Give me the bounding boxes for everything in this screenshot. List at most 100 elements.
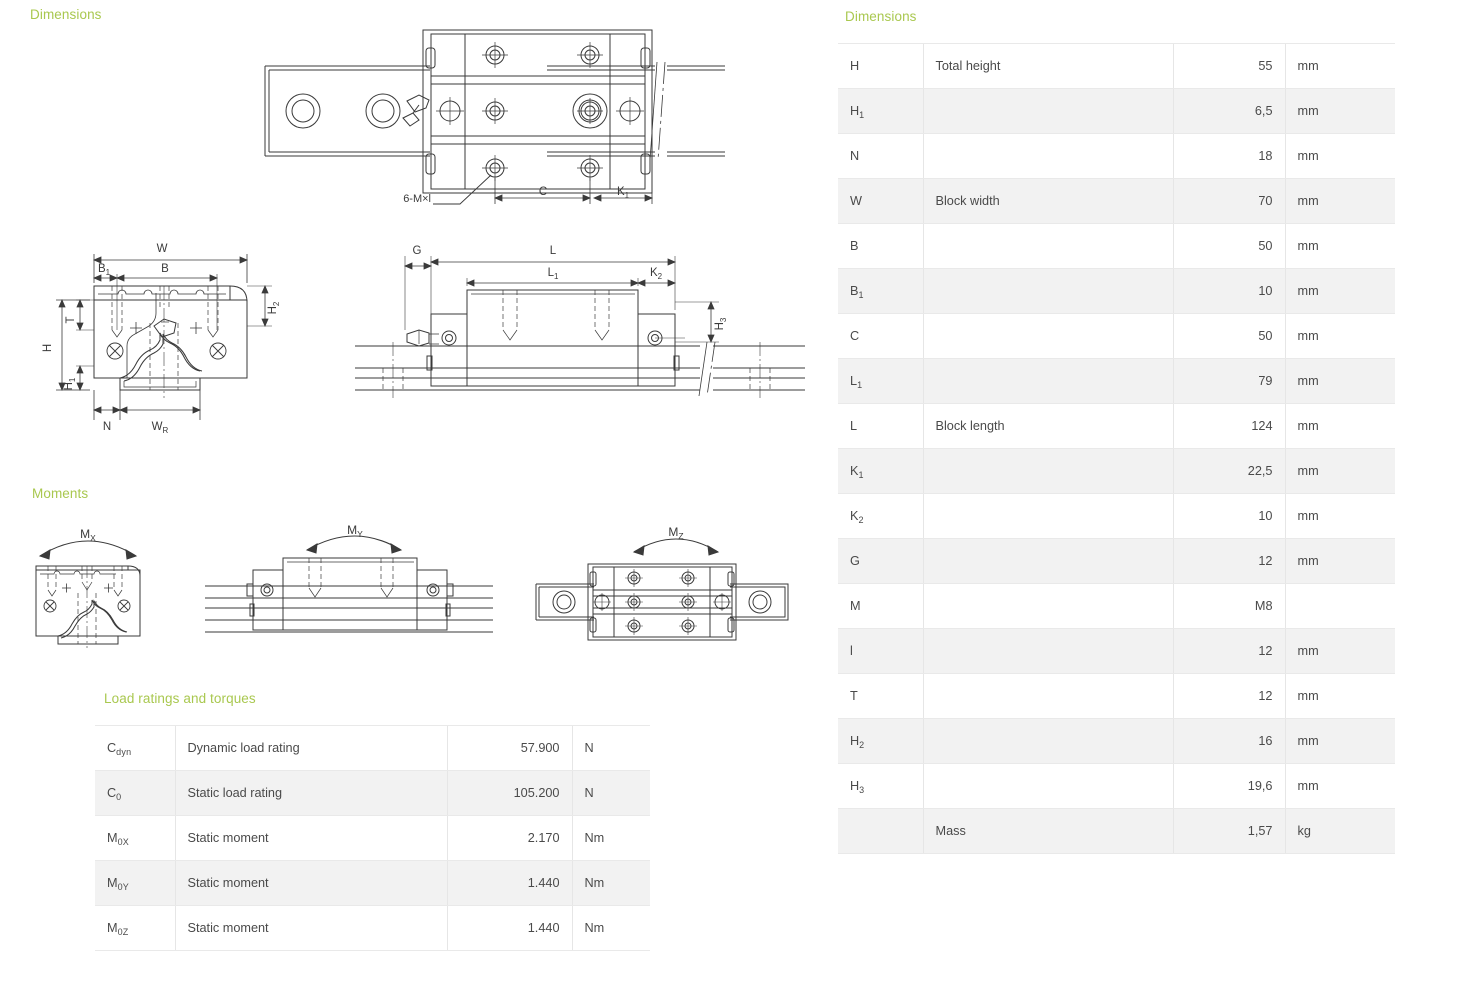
dimension-row: H2 16 mm — [838, 718, 1395, 764]
moment-label-mz: MZ — [668, 525, 683, 541]
dimension-value: 50 — [1172, 223, 1285, 269]
front-view-label-t: T — [65, 316, 77, 323]
dimension-value: 12 — [1172, 628, 1285, 674]
moment-my-drawing: MY — [205, 508, 495, 648]
side-view-label-l1: L1 — [548, 267, 559, 281]
dimension-description — [922, 763, 1173, 809]
dimension-unit: mm — [1284, 358, 1395, 404]
dimension-symbol: l — [838, 628, 923, 674]
dimension-description — [922, 628, 1173, 674]
front-view-label-w: W — [157, 243, 168, 255]
dimension-value: 19,6 — [1172, 763, 1285, 809]
load-rating-value: 1.440 — [446, 905, 572, 951]
dimension-unit: kg — [1284, 808, 1395, 854]
dimension-row: W Block width 70 mm — [838, 178, 1395, 224]
dimension-symbol: H3 — [838, 763, 923, 809]
top-view-label-holes: 6-M×l — [403, 193, 431, 205]
load-rating-symbol: Cdyn — [95, 725, 175, 771]
dimension-unit: mm — [1284, 133, 1395, 179]
dimension-row: l 12 mm — [838, 628, 1395, 674]
dimension-unit: mm — [1284, 538, 1395, 584]
load-rating-value: 57.900 — [446, 725, 572, 771]
load-rating-description: Dynamic load rating — [174, 725, 447, 771]
dimension-unit: mm — [1284, 673, 1395, 719]
load-rating-row: M0X Static moment 2.170 Nm — [95, 815, 650, 861]
dimension-row: B1 10 mm — [838, 268, 1395, 314]
dimensions-right-heading: Dimensions — [845, 9, 917, 24]
load-rating-symbol: C0 — [95, 770, 175, 816]
dimension-value: 12 — [1172, 538, 1285, 584]
dimension-value: 55 — [1172, 43, 1285, 89]
dimension-description — [922, 223, 1173, 269]
dimension-description: Total height — [922, 43, 1173, 89]
dimension-row: G 12 mm — [838, 538, 1395, 584]
dimension-value: 6,5 — [1172, 88, 1285, 134]
dimension-symbol: W — [838, 178, 923, 224]
dimension-value: 124 — [1172, 403, 1285, 449]
load-rating-row: C0 Static load rating 105.200 N — [95, 770, 650, 816]
load-rating-unit: N — [571, 725, 650, 771]
dimension-unit: mm — [1284, 493, 1395, 539]
dimension-value: 12 — [1172, 673, 1285, 719]
load-rating-description: Static moment — [174, 905, 447, 951]
dimension-description — [922, 583, 1173, 629]
dimension-description — [922, 313, 1173, 359]
front-view-drawing: W B1 B T H H1 H2 N WR — [32, 238, 282, 438]
side-view-drawing: G L L1 K2 H3 — [355, 238, 805, 423]
dimension-value: 10 — [1172, 268, 1285, 314]
front-view-label-wr: WR — [152, 421, 169, 435]
dimension-unit: mm — [1284, 403, 1395, 449]
dimension-row: K1 22,5 mm — [838, 448, 1395, 494]
moment-mz-drawing: MZ — [522, 508, 802, 648]
dimension-symbol: K1 — [838, 448, 923, 494]
dimension-row: Mass 1,57 kg — [838, 808, 1395, 854]
moment-label-my: MY — [347, 523, 363, 539]
front-view-label-b1: B1 — [98, 263, 111, 277]
load-rating-unit: Nm — [571, 815, 650, 861]
dimensions-table: H Total height 55 mm H1 6,5 mm N 18 mm W Block widt… — [838, 43, 1395, 854]
dimension-row: T 12 mm — [838, 673, 1395, 719]
load-rating-symbol: M0Y — [95, 860, 175, 906]
top-view-label-k1: K1 — [617, 186, 630, 200]
load-rating-value: 105.200 — [446, 770, 572, 816]
front-view-label-n: N — [103, 421, 111, 433]
dimension-value: 79 — [1172, 358, 1285, 404]
moment-mx-drawing: MX — [18, 508, 158, 648]
load-ratings-heading: Load ratings and torques — [104, 691, 256, 706]
dimension-symbol: H2 — [838, 718, 923, 764]
front-view-label-h: H — [42, 344, 54, 352]
dimension-unit — [1284, 583, 1395, 629]
dimension-symbol: B1 — [838, 268, 923, 314]
dimension-value: 1,57 — [1172, 808, 1285, 854]
dimension-symbol: G — [838, 538, 923, 584]
dimension-symbol: H1 — [838, 88, 923, 134]
front-view-label-b: B — [161, 263, 169, 275]
dimensions-table-body: H Total height 55 mm H1 6,5 mm N 18 mm W Block widt… — [838, 43, 1395, 854]
dimension-symbol: B — [838, 223, 923, 269]
dimension-symbol — [838, 808, 923, 854]
load-rating-unit: Nm — [571, 905, 650, 951]
dimension-symbol: M — [838, 583, 923, 629]
dimension-description — [922, 718, 1173, 764]
front-view-label-h2: H2 — [267, 301, 281, 314]
load-rating-description: Static moment — [174, 815, 447, 861]
dimension-symbol: L1 — [838, 358, 923, 404]
dimension-symbol: K2 — [838, 493, 923, 539]
dimension-value: 22,5 — [1172, 448, 1285, 494]
load-rating-row: Cdyn Dynamic load rating 57.900 N — [95, 725, 650, 771]
dimension-unit: mm — [1284, 763, 1395, 809]
load-ratings-table-body: Cdyn Dynamic load rating 57.900 N C0 Static l… — [95, 725, 650, 951]
dimension-description — [922, 88, 1173, 134]
load-rating-row: M0Y Static moment 1.440 Nm — [95, 860, 650, 906]
dimension-description — [922, 358, 1173, 404]
dimension-value: 50 — [1172, 313, 1285, 359]
dimension-row: C 50 mm — [838, 313, 1395, 359]
dimension-unit: mm — [1284, 448, 1395, 494]
load-rating-symbol: M0Z — [95, 905, 175, 951]
dimension-description: Block width — [922, 178, 1173, 224]
load-rating-description: Static load rating — [174, 770, 447, 816]
dimension-value: 16 — [1172, 718, 1285, 764]
dimension-unit: mm — [1284, 88, 1395, 134]
dimension-value: 10 — [1172, 493, 1285, 539]
load-rating-symbol: M0X — [95, 815, 175, 861]
